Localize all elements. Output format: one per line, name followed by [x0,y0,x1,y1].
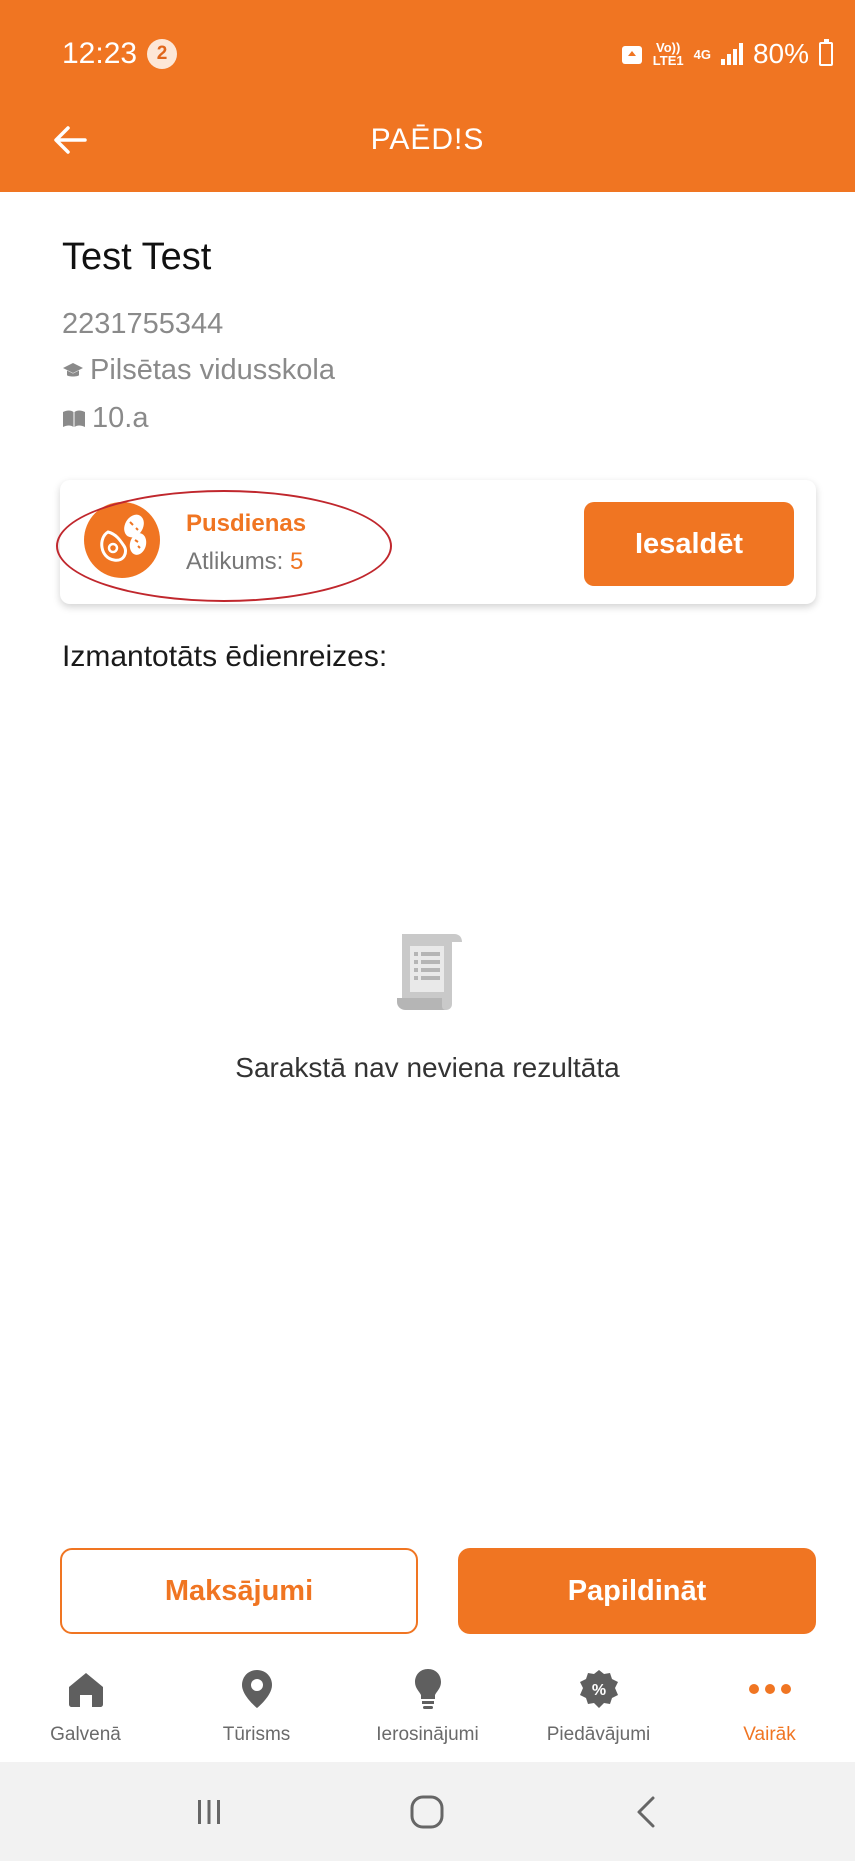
back-system-button[interactable] [606,1782,686,1842]
class-name: 10.a [92,402,149,434]
home-icon [63,1666,109,1712]
graduation-cap-icon [63,362,83,376]
top-bar: 12:23 2 Vo)) LTE1 4G 80% PAĒD!S [0,0,855,192]
more-dots-icon [747,1666,793,1712]
user-name: Test Test [62,236,212,278]
school-row: Pilsētas vidusskola [62,354,335,387]
book-icon [63,410,85,427]
app-title: PAĒD!S [370,123,485,156]
notification-count-badge: 2 [147,39,178,69]
network-type: 4G [693,46,711,62]
nav-label-more: Vairāk [743,1724,796,1745]
freeze-button[interactable]: Iesaldēt [584,502,794,586]
home-circle-icon [410,1795,444,1828]
nav-label-offers: Piedāvājumi [546,1724,651,1745]
nav-item-suggestions[interactable]: Ierosinājumi [342,1652,513,1760]
battery-percent: 80% [752,38,809,69]
status-left: 12:23 2 [62,37,178,71]
status-bar: 12:23 2 Vo)) LTE1 4G 80% [62,32,833,76]
section-label-used-meals: Izmantotāts ēdienreizes: [62,640,388,673]
annotation-ellipse [56,490,392,602]
recycle-icon [621,46,642,64]
nav-item-tourism[interactable]: Tūrisms [171,1652,342,1760]
user-id: 2231755344 [62,308,223,341]
nav-label-tourism: Tūrisms [222,1724,291,1745]
school-name: Pilsētas vidusskola [90,354,335,386]
user-id-text: 2231755344 [62,308,224,340]
status-right: Vo)) LTE1 4G 80% [621,38,833,70]
battery-icon [819,39,833,66]
system-nav-bar [0,1762,855,1861]
signal-icon [720,43,743,65]
home-system-button[interactable] [387,1782,467,1842]
document-scroll-icon [394,928,466,1012]
nav-item-more[interactable]: Vairāk [684,1652,855,1760]
svg-text:%: % [591,1682,605,1699]
bottom-nav: Galvenā Tūrisms Ierosinājumi % Piedāvāju… [0,1652,855,1760]
nav-item-home[interactable]: Galvenā [0,1652,171,1760]
network-volte: Vo)) LTE1 [653,41,684,67]
back-button[interactable] [44,114,96,166]
app-bar: PAĒD!S [0,100,855,180]
location-pin-icon [234,1666,280,1712]
payments-button[interactable]: Maksājumi [60,1548,418,1634]
status-time: 12:23 [62,37,138,70]
lightbulb-icon [405,1666,451,1712]
chevron-left-icon [637,1796,655,1827]
arrow-left-icon [54,126,87,154]
discount-badge-icon: % [576,1666,622,1712]
network-bottom-text: LTE1 [652,53,684,68]
topup-button[interactable]: Papildināt [458,1548,816,1634]
empty-state-text: Sarakstā nav neviena rezultāta [235,1052,620,1083]
recent-apps-icon [198,1799,221,1824]
nav-item-offers[interactable]: % Piedāvājumi [513,1652,684,1760]
meal-card: Pusdienas Atlikums: 5 Iesaldēt [56,480,816,604]
recent-apps-button[interactable] [169,1782,249,1842]
nav-label-suggestions: Ierosinājumi [376,1724,479,1745]
class-row: 10.a [62,402,148,435]
nav-label-home: Galvenā [50,1724,121,1745]
